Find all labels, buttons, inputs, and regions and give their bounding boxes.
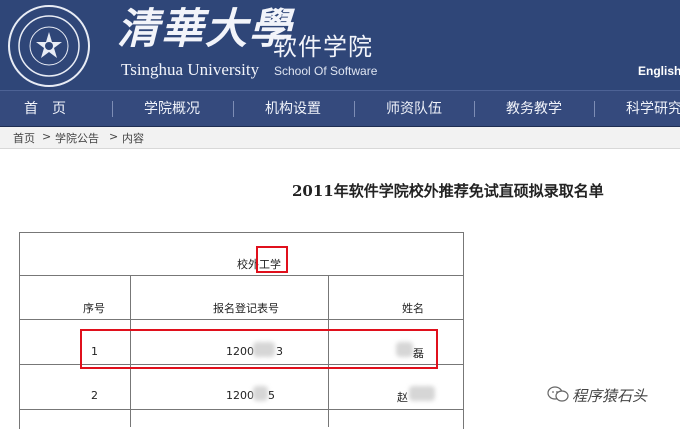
table-rule	[19, 409, 463, 410]
university-seal-logo[interactable]	[8, 5, 90, 87]
site-header: 清華大學 Tsinghua University 软件学院 School Of …	[0, 0, 680, 90]
table-rule	[19, 319, 463, 320]
university-name-en: Tsinghua University	[121, 60, 260, 79]
english-link[interactable]: English	[638, 64, 680, 78]
nav-item-organization[interactable]: 机构设置	[265, 91, 321, 127]
main-nav: 首 页 学院概况 机构设置 师资队伍 教务教学 科学研究	[0, 90, 680, 127]
breadcrumb-current: 内容	[122, 132, 144, 145]
breadcrumb-section[interactable]: 学院公告	[55, 130, 99, 146]
redaction-blur	[409, 386, 435, 401]
row-index: 2	[91, 389, 98, 402]
row-registration-no: 1200	[226, 389, 254, 402]
nav-divider	[233, 101, 234, 117]
nav-divider	[594, 101, 595, 117]
nav-item-teaching[interactable]: 教务教学	[506, 91, 562, 127]
breadcrumb-separator: >	[42, 130, 52, 143]
breadcrumb-home[interactable]: 首页	[13, 130, 35, 146]
row-registration-tail: 5	[268, 389, 275, 402]
highlight-box-row	[80, 329, 438, 369]
nav-item-about[interactable]: 学院概况	[144, 91, 200, 127]
column-header-registration-no: 报名登记表号	[213, 302, 279, 315]
watermark-text: 程序猿石头	[572, 387, 648, 405]
nav-item-home[interactable]: 首 页	[24, 91, 66, 127]
article-title: 2011年软件学院校外推荐免试直硕拟录取名单	[292, 182, 604, 200]
nav-item-faculty[interactable]: 师资队伍	[386, 91, 442, 127]
nav-divider	[112, 101, 113, 117]
redaction-blur	[253, 386, 268, 401]
breadcrumb-separator: >	[109, 130, 119, 143]
table-rule	[19, 275, 463, 276]
column-header-name: 姓名	[402, 302, 424, 315]
breadcrumb: 首页 > 学院公告 > 内容	[0, 127, 680, 149]
school-name-en: School Of Software	[274, 64, 378, 78]
wechat-icon	[547, 386, 569, 402]
university-name-calligraphy: 清華大學	[117, 4, 294, 53]
row-name: 赵	[397, 391, 408, 404]
nav-divider	[354, 101, 355, 117]
school-name-cn: 软件学院	[273, 33, 373, 61]
nav-item-research[interactable]: 科学研究	[626, 91, 680, 127]
column-header-index: 序号	[83, 302, 105, 315]
highlight-box-caption	[256, 246, 288, 273]
nav-divider	[474, 101, 475, 117]
